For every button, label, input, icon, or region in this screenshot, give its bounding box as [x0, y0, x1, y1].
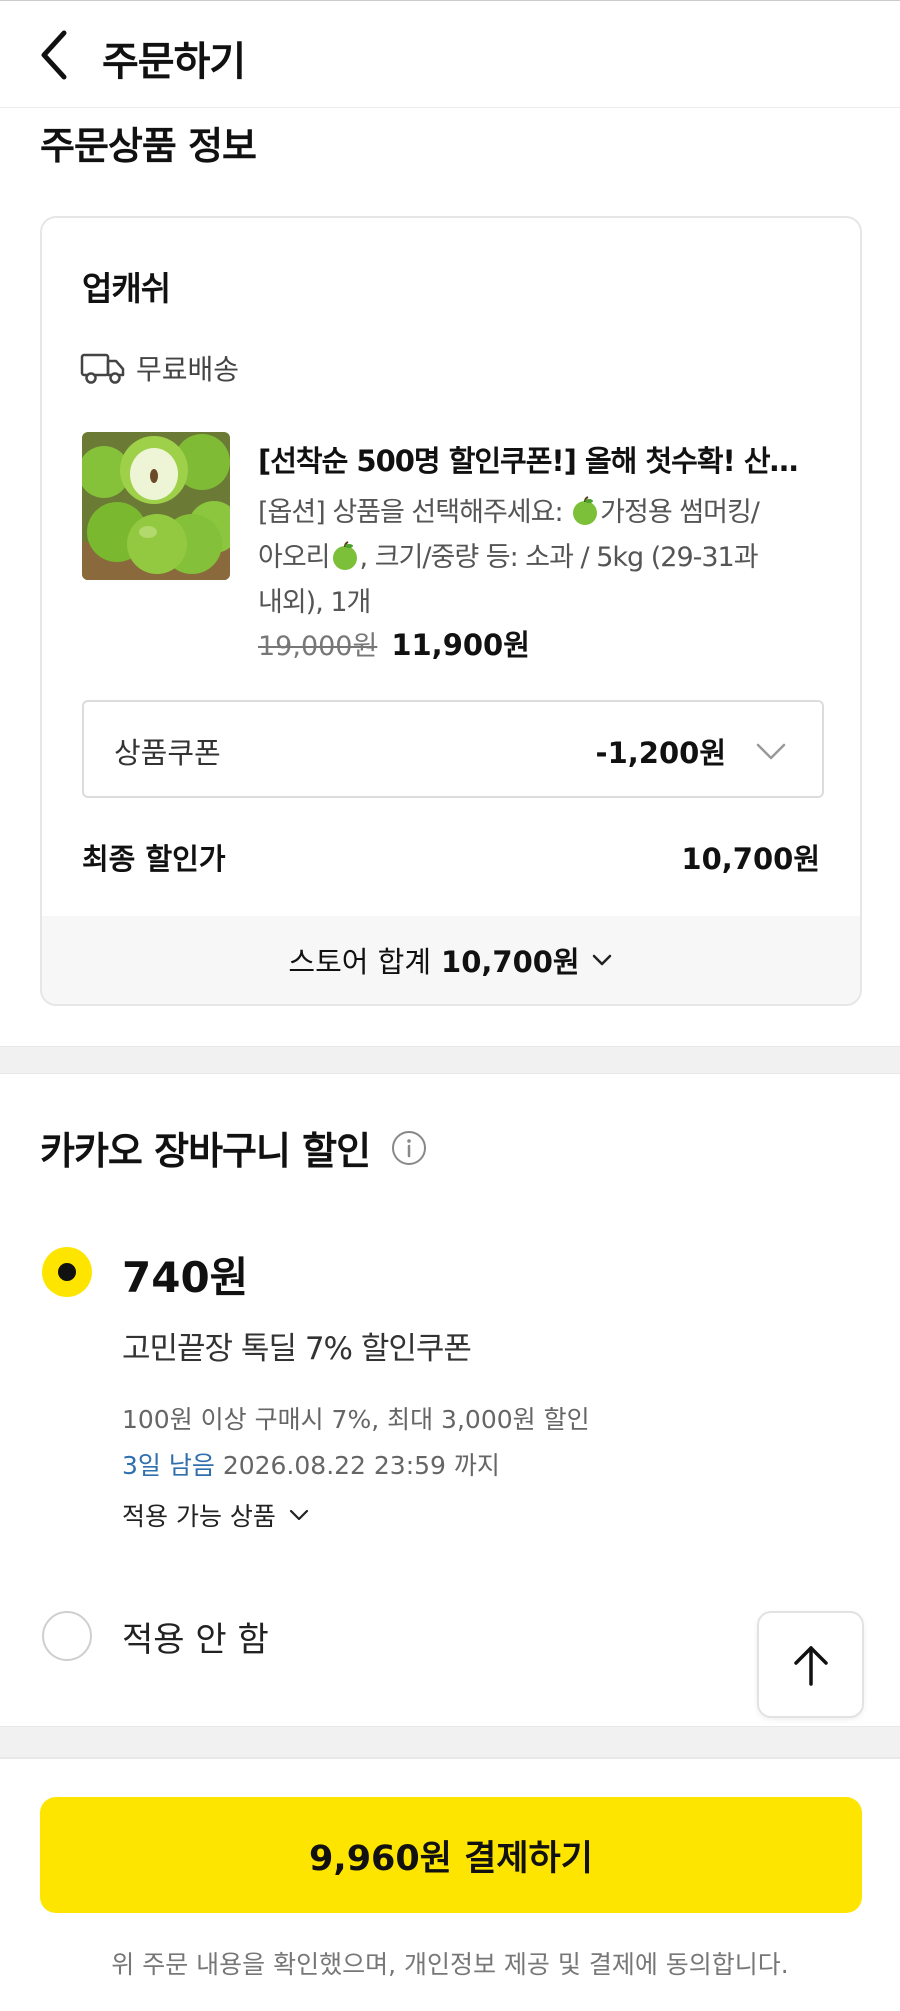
checkout-footer: 9,960원 결제하기 위 주문 내용을 확인했으며, 개인정보 제공 및 결제… — [0, 1758, 900, 2011]
store-total-label: 스토어 합계 — [288, 945, 432, 979]
final-price-value: 10,700원 — [681, 842, 820, 876]
applicable-products-toggle[interactable]: 적용 가능 상품 — [122, 1497, 310, 1533]
product-prices: 19,000원 11,900원 — [258, 622, 530, 664]
chevron-left-icon — [41, 30, 67, 80]
radio-no-coupon[interactable] — [42, 1611, 92, 1661]
green-apple-icon — [332, 541, 357, 570]
info-icon[interactable] — [390, 1129, 428, 1167]
coupon-expiry-date: 2026.08.22 23:59 까지 — [222, 1451, 500, 1480]
section-divider — [0, 1046, 900, 1074]
top-bar: 주문하기 — [0, 0, 900, 108]
shipping-label: 무료배송 — [136, 353, 240, 386]
back-button[interactable] — [34, 25, 82, 85]
original-price: 19,000원 — [258, 631, 378, 662]
chevron-down-icon — [592, 954, 611, 966]
product-coupon-select[interactable]: 상품쿠폰 -1,200원 — [82, 700, 824, 798]
chevron-down-icon — [289, 1509, 309, 1521]
coupon-label: 상품쿠폰 — [114, 736, 221, 770]
coupon-value: -1,200원 — [595, 736, 726, 770]
store-total-toggle[interactable]: 스토어 합계 10,700원 — [42, 916, 860, 1004]
arrow-up-icon — [793, 1645, 828, 1686]
section-divider — [0, 1726, 900, 1758]
coupon-expiry: 3일 남음 2026.08.22 23:59 까지 — [122, 1446, 500, 1482]
chevron-down-icon — [756, 743, 786, 760]
scroll-to-top-button[interactable] — [757, 1611, 864, 1718]
kakao-discount-title: 카카오 장바구니 할인 — [40, 1120, 428, 1175]
store-total-value: 10,700원 — [441, 945, 580, 979]
final-price-label: 최종 할인가 — [82, 842, 226, 876]
store-card: 업캐쉬 무료배송 [선착순 500명 할인쿠폰!] 올해 첫수확! 산… [옵션… — [40, 216, 862, 1006]
coupon-name: 고민끝장 톡딜 7% 할인쿠폰 — [122, 1331, 472, 1367]
product-title[interactable]: [선착순 500명 할인쿠폰!] 올해 첫수확! 산… — [258, 438, 828, 480]
product-option: [옵션] 상품을 선택해주세요: 가정용 썸머킹/ 아오리, 크기/중량 등: … — [258, 496, 760, 618]
page-title: 주문하기 — [102, 39, 246, 85]
truck-icon — [80, 353, 125, 384]
radio-coupon-selected[interactable] — [42, 1247, 92, 1297]
pay-button[interactable]: 9,960원 결제하기 — [40, 1797, 862, 1913]
sale-price: 11,900원 — [391, 628, 530, 662]
shipping-info: 무료배송 — [80, 348, 239, 388]
order-section-title: 주문상품 정보 — [40, 124, 257, 168]
no-apply-label: 적용 안 함 — [122, 1620, 269, 1660]
discount-amount: 740원 — [122, 1253, 249, 1302]
green-apple-icon — [573, 496, 598, 525]
coupon-remaining: 3일 남음 — [122, 1451, 215, 1480]
agreement-text: 위 주문 내용을 확인했으며, 개인정보 제공 및 결제에 동의합니다. — [111, 1950, 789, 1979]
store-name: 업캐쉬 — [82, 269, 171, 308]
product-image[interactable] — [82, 432, 230, 580]
radio-dot — [58, 1263, 76, 1281]
coupon-condition: 100원 이상 구매시 7%, 최대 3,000원 할인 — [122, 1405, 590, 1434]
